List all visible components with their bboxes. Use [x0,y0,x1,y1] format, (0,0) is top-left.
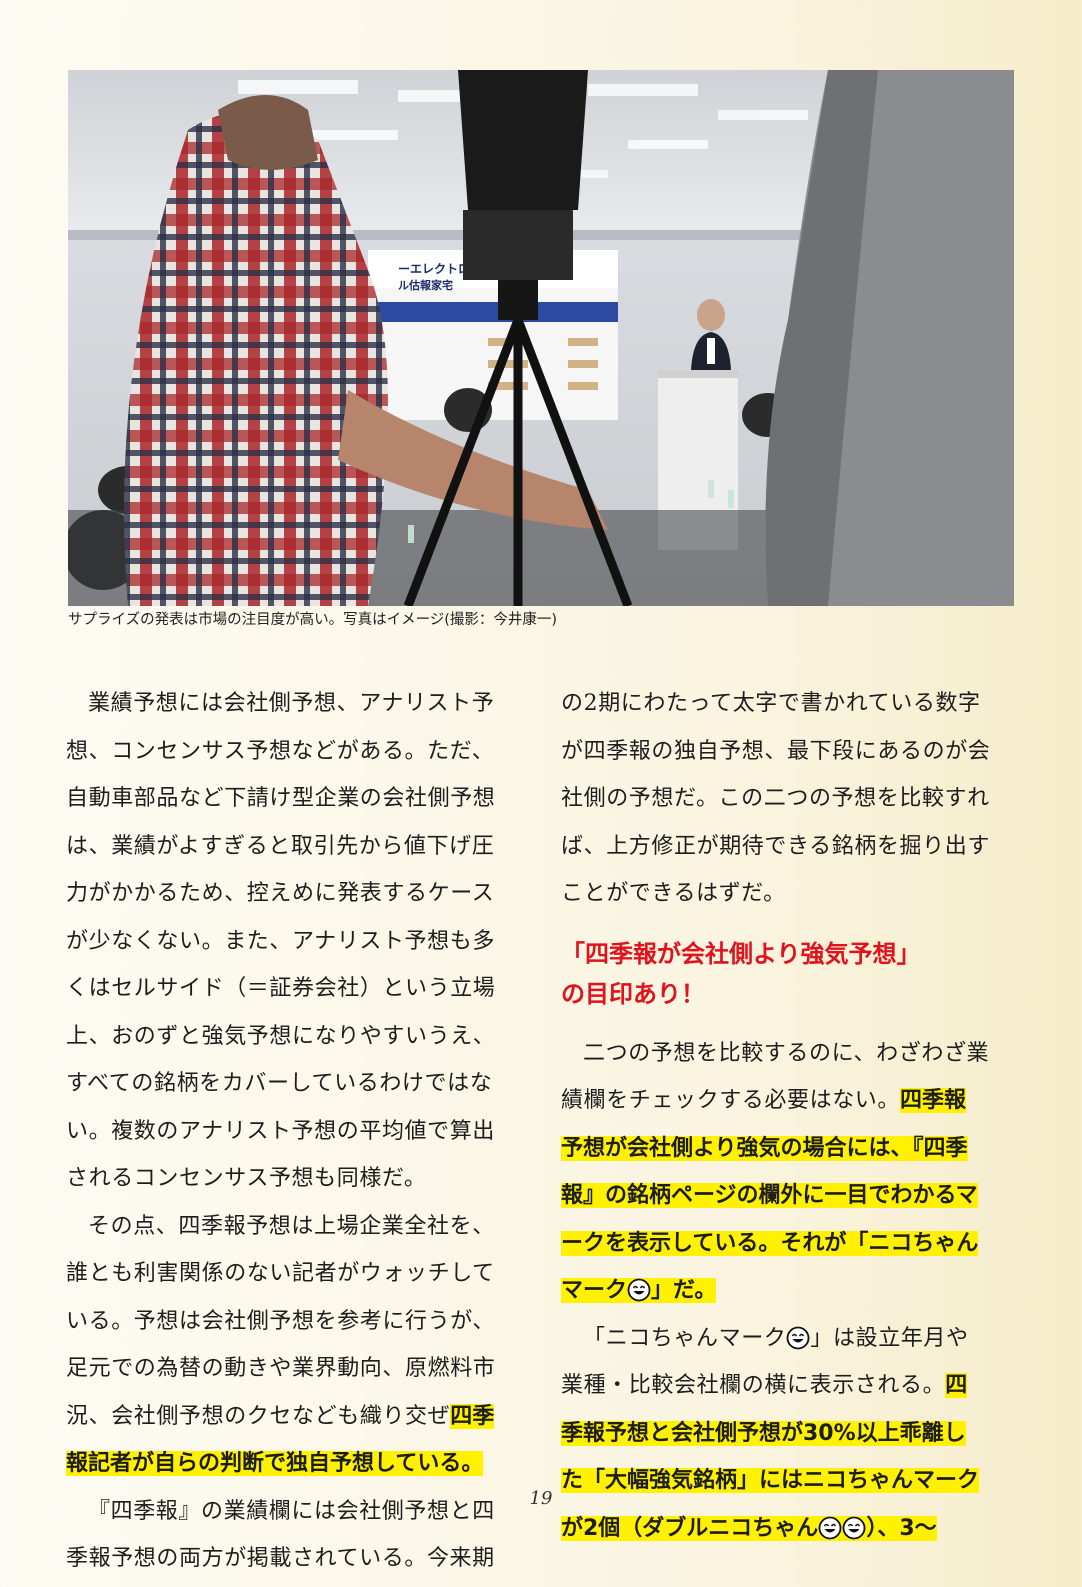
text-line: 報記者が自らの判断で独自予想している。 [66,1444,520,1492]
text-line: マーク 」だ。 [561,1271,1015,1319]
text-line: 二つの予想を比較するのに、わざわざ業 [561,1034,1015,1082]
line-text: 績欄をチェックする必要はない。 [561,1088,901,1113]
line-text: 社側の予想だ。この二つの予想を比較すれ [561,786,990,811]
line-text: が四季報の独自予想、最下段にあるのが会 [561,738,991,764]
text-line: 報』の銘柄ページの欄外に一目でわかるマ [561,1176,1015,1224]
screen-text-2: ル估報家宅 [398,278,453,292]
text-line: されるコンセンサス予想も同様だ。 [66,1159,520,1207]
section-heading: 「四季報が会社側より強気予想」 の目印あり！ [561,934,1015,1014]
text-line: い。複数のアナリスト予想の平均値で算出 [66,1112,520,1160]
highlighted-text: が2個（ダブルニコちゃん [561,1515,819,1541]
line-text: いる。予想は会社側予想を参考に行うが、 [66,1308,495,1334]
highlighted-text: 四 [945,1373,968,1398]
line-text: の2期にわたって太字で書かれている数字 [561,691,981,716]
line-text: 足元での為替の動きや業界動向、原燃料市 [66,1356,496,1381]
line-text: 業績予想には会社側予想、アナリスト予 [88,691,495,716]
text-line: 績欄をチェックする必要はない。四季報 [561,1081,1015,1129]
highlighted-text: 四季 [450,1403,495,1429]
text-line: が少なくない。また、アナリスト予想も多 [66,922,520,970]
smile-group [627,1278,652,1303]
screen-text-1: ーエレクトロ [398,262,470,276]
text-line: は、業績がよすぎると取引先から値下げ圧 [66,827,520,875]
text-line: 誰とも利害関係のない記者がウォッチして [66,1254,520,1302]
text-line: いる。予想は会社側予想を参考に行うが、 [66,1302,520,1350]
line-text: ば、上方修正が期待できる銘柄を掘り出す [561,833,990,859]
highlighted-text: 季報予想と会社側予想が30%以上乖離し [561,1420,966,1446]
highlighted-text: 報記者が自らの判断で独自予想している。 [66,1451,484,1476]
line-text: 「ニコちゃんマーク [583,1325,787,1351]
text-line: 自動車部品など下請け型企業の会社側予想 [66,779,520,827]
highlighted-text-after: 」だ。 [651,1278,717,1303]
text-line: その点、四季報予想は上場企業全社を、 [66,1207,520,1255]
line-text: くはセルサイド（＝証券会社）という立場 [66,976,496,1001]
line-text: 想、コンセンサス予想などがある。ただ、 [66,738,495,764]
text-line: 力がかかるため、控えめに発表するケース [66,874,520,922]
right-column-body: 二つの予想を比較するのに、わざわざ業績欄をチェックする必要はない。四季報予想が会… [561,1034,1015,1557]
text-line: 況、会社側予想のクセなども織り交ぜ四季 [66,1397,520,1445]
right-text-column: の2期にわたって太字で書かれている数字 が四季報の独自予想、最下段にあるのが会 社側… [561,684,1015,1556]
line-text: されるコンセンサス予想も同様だ。 [66,1166,427,1191]
text-line: の2期にわたって太字で書かれている数字 [561,684,1015,732]
press-conference-photo: ーエレクトロ ル估報家宅 [68,70,1014,606]
section-heading-line-1: 「四季報が会社側より強気予想」 [561,939,921,968]
text-line: 予想が会社側より強気の場合には、『四季 [561,1129,1015,1177]
photo-caption: サプライズの発表は市場の注目度が高い。写真はイメージ(撮影：今井康一) [68,612,558,628]
text-line: が2個（ダブルニコちゃん ）、3～ [561,1509,1015,1557]
text-line: ば、上方修正が期待できる銘柄を掘り出す [561,827,1015,875]
highlighted-text: ークを表示している。それが「ニコちゃん [561,1230,979,1256]
line-text: その点、四季報予想は上場企業全社を、 [88,1213,495,1239]
section-heading-line-2: の目印あり！ [561,979,705,1008]
text-line: 上、おのずと強気予想になりやすいうえ、 [66,1017,520,1065]
line-text: い。複数のアナリスト予想の平均値で算出 [66,1118,495,1144]
text-line: 業種・比較会社欄の横に表示される。四 [561,1366,1015,1414]
text-line: 社側の予想だ。この二つの予想を比較すれ [561,779,1015,827]
highlighted-text: 報』の銘柄ページの欄外に一目でわかるマ [561,1183,978,1208]
line-text: 上、おのずと強気予想になりやすいうえ、 [66,1023,496,1049]
smile-group [786,1326,810,1351]
text-line: 足元での為替の動きや業界動向、原燃料市 [66,1349,520,1397]
text-line: が四季報の独自予想、最下段にあるのが会 [561,732,1015,780]
line-text: ことができるはずだ。 [561,881,786,906]
line-text: 自動車部品など下請け型企業の会社側予想 [66,786,496,811]
line-text: 力がかかるため、控えめに発表するケース [66,881,495,906]
page-number: 19 [529,1488,553,1509]
line-text: 二つの予想を比較するのに、わざわざ業 [583,1040,990,1066]
left-text-column: 業績予想には会社側予想、アナリスト予想、コンセンサス予想などがある。ただ、 自動車… [66,684,520,1587]
highlighted-text: 四季報 [900,1088,967,1113]
text-line: くはセルサイド（＝証券会社）という立場 [66,969,520,1017]
line-text: が少なくない。また、アナリスト予想も多 [66,928,495,954]
text-line: 「ニコちゃんマーク 」は設立年月や [561,1319,1015,1367]
right-column-intro: の2期にわたって太字で書かれている数字 が四季報の独自予想、最下段にあるのが会 社側… [561,684,1015,922]
text-line: ークを表示している。それが「ニコちゃん [561,1224,1015,1272]
text-line: 季報予想と会社側予想が30%以上乖離し [561,1414,1015,1462]
text-line: ことができるはずだ。 [561,874,1015,922]
line-text: 季報予想の両方が掲載されている。今来期 [66,1546,495,1571]
text-line: すべての銘柄をカバーしているわけではな [66,1064,520,1112]
line-text: すべての銘柄をカバーしているわけではな [66,1071,493,1096]
text-line: 想、コンセンサス予想などがある。ただ、 [66,732,520,780]
text-line: 季報予想の両方が掲載されている。今来期 [66,1539,520,1587]
niko-chan-smile-icon [787,1326,810,1349]
line-text-after: 」は設立年月や [810,1325,969,1351]
line-text: 況、会社側予想のクセなども織り交ぜ [66,1403,451,1429]
highlighted-text-after: ）、3～ [866,1515,937,1541]
line-text: 誰とも利害関係のない記者がウォッチして [66,1261,495,1286]
highlighted-text: 予想が会社側より強気の場合には、『四季 [561,1135,968,1161]
text-line: 業績予想には会社側予想、アナリスト予 [66,684,520,732]
line-text: 業種・比較会社欄の横に表示される。 [561,1373,946,1398]
highlighted-text: マーク [561,1278,628,1303]
line-text: は、業績がよすぎると取引先から値下げ圧 [66,833,495,859]
niko-chan-smile-icon [627,1278,651,1302]
smile-group [818,1515,867,1541]
